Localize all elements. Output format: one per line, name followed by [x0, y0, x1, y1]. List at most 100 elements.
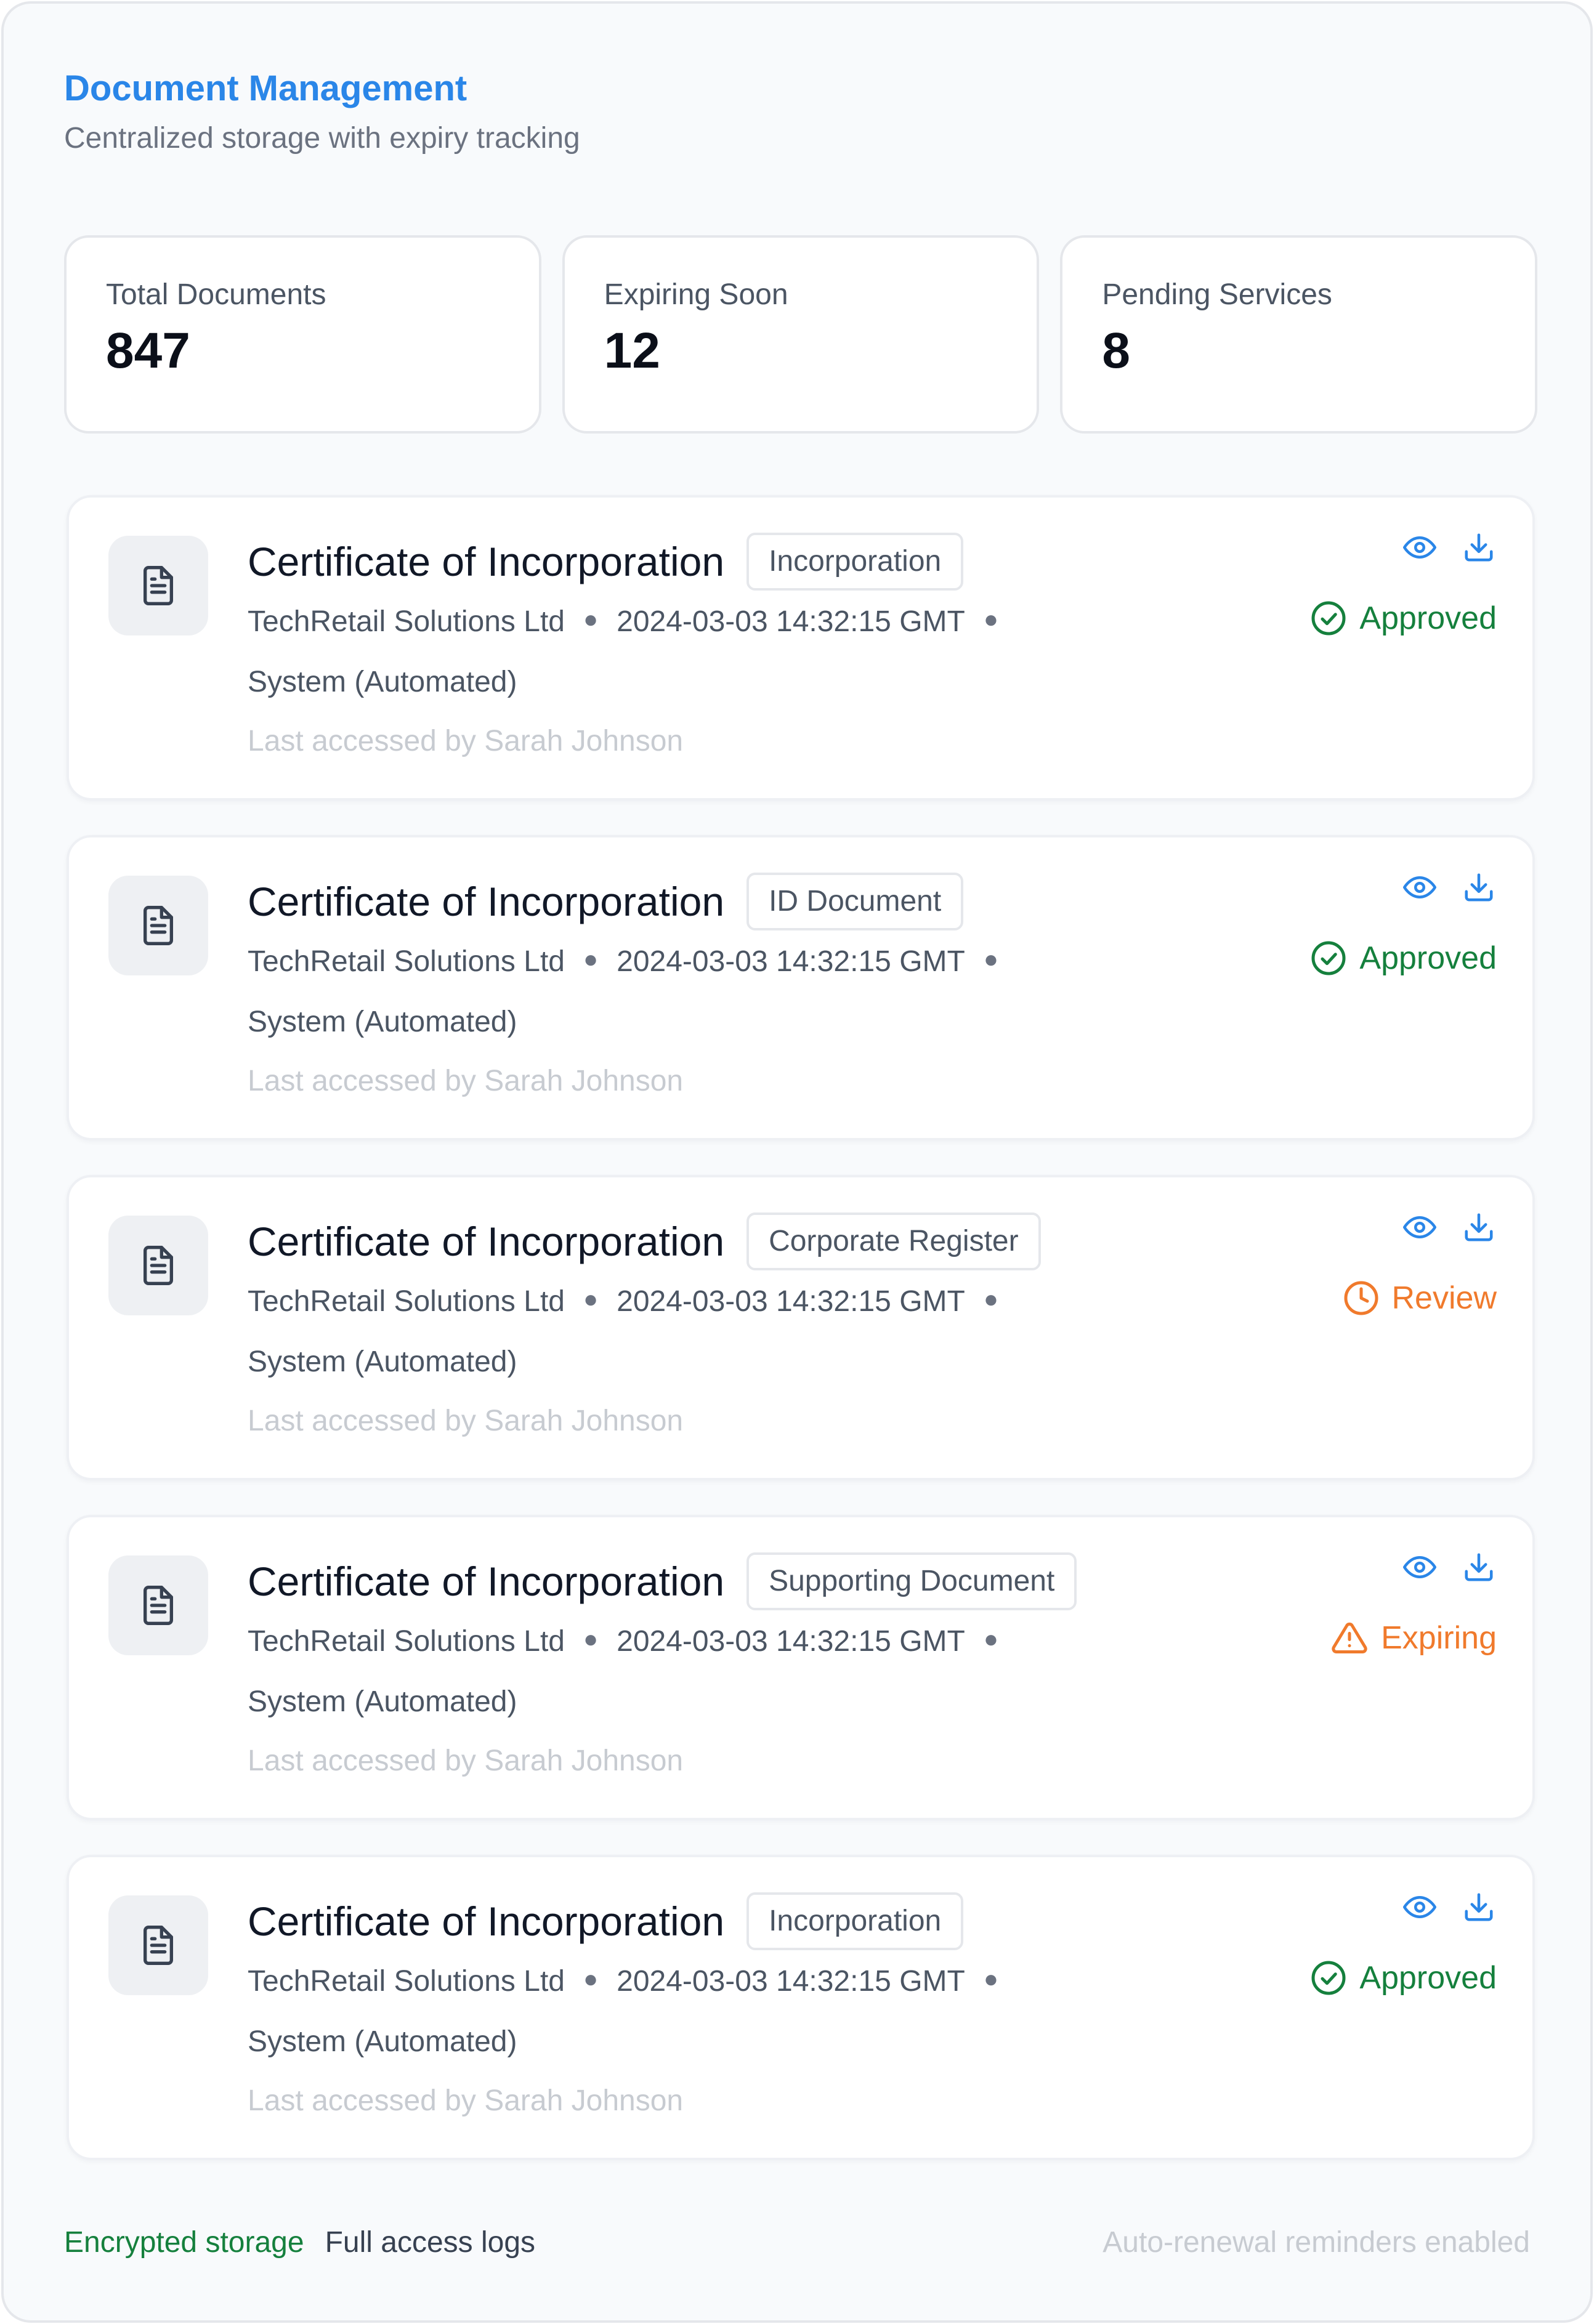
stats-row: Total Documents 847 Expiring Soon 12 Pen…	[64, 235, 1538, 434]
stat-card-pending-services: Pending Services 8	[1060, 235, 1538, 434]
view-button[interactable]	[1402, 530, 1438, 565]
stat-label: Total Documents	[106, 278, 326, 311]
download-icon	[1465, 1213, 1493, 1241]
status-badge: Expiring	[1330, 1616, 1497, 1660]
document-meta: TechRetail Solutions Ltd ● 2024-03-03 14:3…	[248, 1952, 1101, 2012]
auto-renewal-note: Auto-renewal reminders enabled	[1102, 2225, 1530, 2259]
document-title[interactable]: Certificate of Incorporation	[248, 1551, 724, 1612]
check-circle-icon	[1310, 940, 1347, 977]
download-icon	[1465, 533, 1493, 562]
stat-value: 12	[604, 323, 660, 379]
separator-dot: ●	[583, 1626, 599, 1653]
status-label: Approved	[1359, 940, 1497, 976]
file-text-icon	[108, 536, 208, 635]
document-meta: TechRetail Solutions Ltd ● 2024-03-03 14:3…	[248, 932, 1101, 993]
document-company: TechRetail Solutions Ltd	[248, 1285, 565, 1318]
view-button[interactable]	[1402, 1209, 1438, 1245]
view-button[interactable]	[1402, 1549, 1438, 1585]
view-button[interactable]	[1402, 869, 1438, 905]
document-source: System (Automated)	[248, 666, 517, 699]
document-timestamp: 2024-03-03 14:32:15 GMT	[617, 605, 965, 638]
clock-icon	[1343, 1280, 1380, 1317]
download-button[interactable]	[1461, 1209, 1497, 1245]
document-card[interactable]: Certificate of Incorporation Supporting …	[67, 1515, 1535, 1820]
document-timestamp: 2024-03-03 14:32:15 GMT	[617, 1965, 965, 1998]
separator-dot: ●	[583, 606, 599, 634]
document-card[interactable]: Certificate of Incorporation Incorporati…	[67, 495, 1535, 801]
document-type-tag: ID Document	[746, 873, 964, 930]
status-badge: Approved	[1310, 936, 1497, 980]
separator-dot: ●	[983, 1966, 998, 1993]
stat-card-total-documents: Total Documents 847	[64, 235, 541, 434]
document-details: Certificate of Incorporation Supporting …	[248, 1551, 1101, 1791]
last-accessed: Last accessed by Sarah Johnson	[248, 725, 684, 758]
check-circle-icon	[1310, 1959, 1347, 1996]
status-label: Review	[1391, 1280, 1497, 1316]
document-details: Certificate of Incorporation ID Document…	[248, 871, 1101, 1111]
document-source: System (Automated)	[248, 1685, 517, 1719]
document-details: Certificate of Incorporation Corporate R…	[248, 1211, 1101, 1451]
document-title[interactable]: Certificate of Incorporation	[248, 1890, 724, 1952]
document-timestamp: 2024-03-03 14:32:15 GMT	[617, 945, 965, 978]
document-actions	[1402, 869, 1497, 905]
access-logs-note: Full access logs	[325, 2225, 536, 2259]
view-button[interactable]	[1402, 1889, 1438, 1925]
document-title[interactable]: Certificate of Incorporation	[248, 1211, 724, 1272]
document-meta: TechRetail Solutions Ltd ● 2024-03-03 14:3…	[248, 1272, 1101, 1333]
separator-dot: ●	[983, 606, 998, 634]
document-meta: TechRetail Solutions Ltd ● 2024-03-03 14:3…	[248, 1612, 1101, 1672]
document-card[interactable]: Certificate of Incorporation ID Document…	[67, 835, 1535, 1140]
document-timestamp: 2024-03-03 14:32:15 GMT	[617, 1285, 965, 1318]
document-source: System (Automated)	[248, 1006, 517, 1039]
document-meta: TechRetail Solutions Ltd ● 2024-03-03 14:3…	[248, 592, 1101, 653]
last-accessed: Last accessed by Sarah Johnson	[248, 1405, 684, 1438]
document-details: Certificate of Incorporation Incorporati…	[248, 1890, 1101, 2131]
document-source: System (Automated)	[248, 1346, 517, 1379]
document-card[interactable]: Certificate of Incorporation Incorporati…	[67, 1855, 1535, 2160]
document-source: System (Automated)	[248, 2025, 517, 2059]
document-company: TechRetail Solutions Ltd	[248, 605, 565, 638]
status-badge: Review	[1343, 1276, 1497, 1320]
download-icon	[1465, 1553, 1493, 1581]
download-button[interactable]	[1461, 1549, 1497, 1585]
download-button[interactable]	[1461, 869, 1497, 905]
status-label: Expiring	[1381, 1620, 1497, 1656]
document-title[interactable]: Certificate of Incorporation	[248, 531, 724, 592]
document-type-tag: Incorporation	[746, 1892, 964, 1950]
document-list: Certificate of Incorporation Incorporati…	[67, 495, 1535, 2195]
eye-icon	[1403, 536, 1436, 559]
file-text-icon	[108, 1216, 208, 1315]
last-accessed: Last accessed by Sarah Johnson	[248, 2084, 684, 2118]
stat-value: 8	[1102, 323, 1130, 379]
separator-dot: ●	[983, 1626, 998, 1653]
stat-card-expiring-soon: Expiring Soon 12	[562, 235, 1040, 434]
file-text-icon	[108, 876, 208, 975]
document-management-panel: Document Management Centralized storage …	[1, 1, 1593, 2323]
download-button[interactable]	[1461, 530, 1497, 565]
page-title: Document Management	[64, 68, 467, 108]
page-subtitle: Centralized storage with expiry tracking	[64, 122, 580, 155]
file-text-icon	[108, 1895, 208, 1995]
status-badge: Approved	[1310, 1956, 1497, 2000]
document-card[interactable]: Certificate of Incorporation Corporate R…	[67, 1175, 1535, 1480]
status-label: Approved	[1359, 600, 1497, 636]
document-type-tag: Incorporation	[746, 533, 964, 591]
check-circle-icon	[1310, 600, 1347, 637]
download-icon	[1465, 1893, 1493, 1921]
panel-footer: Encrypted storage Full access logs Auto-…	[64, 2221, 1530, 2264]
panel-header: Document Management Centralized storage …	[64, 64, 580, 159]
download-button[interactable]	[1461, 1889, 1497, 1925]
document-company: TechRetail Solutions Ltd	[248, 1625, 565, 1658]
download-icon	[1465, 873, 1493, 902]
separator-dot: ●	[983, 946, 998, 974]
document-title[interactable]: Certificate of Incorporation	[248, 871, 724, 932]
eye-icon	[1403, 1216, 1436, 1238]
document-actions	[1402, 1889, 1497, 1925]
stat-value: 847	[106, 323, 190, 379]
last-accessed: Last accessed by Sarah Johnson	[248, 1745, 684, 1778]
document-company: TechRetail Solutions Ltd	[248, 945, 565, 978]
eye-icon	[1403, 876, 1436, 898]
document-type-tag: Corporate Register	[746, 1212, 1041, 1270]
warning-triangle-icon	[1330, 1620, 1369, 1656]
eye-icon	[1403, 1556, 1436, 1578]
